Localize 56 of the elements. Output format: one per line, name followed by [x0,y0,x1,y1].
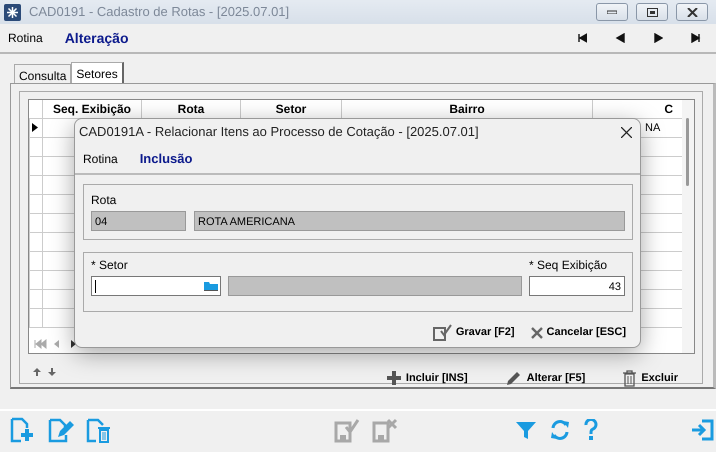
trash-icon [623,370,636,386]
field-label: Rota [91,192,116,209]
last-record-icon [691,33,701,43]
scrollbar[interactable] [682,100,694,353]
routine-label: Rotina [83,151,118,168]
column-header[interactable]: Setor [276,102,306,116]
pencil-icon [506,370,522,386]
column-header[interactable]: Bairro [449,102,485,116]
field-label: * Seq Exibição [529,258,608,272]
delete-button[interactable]: Excluir [623,370,678,386]
first-page-icon[interactable] [33,338,47,350]
tab[interactable]: Consulta [14,64,72,83]
previous-record-icon [615,33,625,43]
route-code-field: 04 [91,211,186,231]
routine-label: Rotina [8,30,43,47]
exit-icon[interactable] [690,419,714,441]
edit-button[interactable]: Alterar [F5] [506,370,586,386]
close-button[interactable] [676,3,708,21]
folder-icon[interactable] [203,280,219,292]
save-icon [432,324,452,341]
dialog-title: CAD0191A - Relacionar Itens ao Processo de Cotação - [2025.07.01] [79,123,480,142]
close-button[interactable] [621,126,632,138]
mode-label: Inclusão [140,150,192,168]
column-header[interactable]: Seq. Exibição [52,102,132,116]
close-icon [530,326,543,338]
first-record-icon [577,33,587,43]
tab[interactable]: Setores [71,62,124,83]
sequence-field[interactable]: 43 [529,276,625,296]
maximize-button[interactable] [636,3,668,21]
window-title: CAD0191 - Cadastro de Rotas - [2025.07.01] [29,3,290,22]
filter-icon[interactable] [515,419,537,441]
edit-document-icon[interactable] [48,417,74,443]
add-button[interactable]: Incluir [INS] [386,370,468,386]
close-icon [686,8,698,16]
column-header[interactable]: C [664,102,673,116]
route-name-field: ROTA AMERICANA [194,211,625,231]
plus-icon [386,371,401,385]
refresh-icon[interactable] [549,419,571,441]
column-header[interactable]: Rota [178,102,204,116]
mode-label: Alteração [64,28,128,48]
maximize-icon [646,8,658,16]
field-label: * Setor [91,258,128,272]
table-cell: NA [645,122,660,134]
minimize-button[interactable] [596,3,628,21]
sector-field[interactable] [91,276,221,296]
move-up-icon[interactable] [32,367,42,377]
cancel-button[interactable]: Cancelar [ESC] [530,324,626,341]
app-icon [4,4,21,20]
minimize-icon [607,10,617,14]
close-icon [621,126,632,138]
save-button[interactable]: Gravar [F2] [432,324,515,341]
delete-document-icon[interactable] [86,417,112,443]
next-record-icon [653,33,663,43]
new-document-icon[interactable] [10,417,36,443]
help-icon[interactable] [583,419,599,441]
move-down-icon[interactable] [47,367,57,377]
